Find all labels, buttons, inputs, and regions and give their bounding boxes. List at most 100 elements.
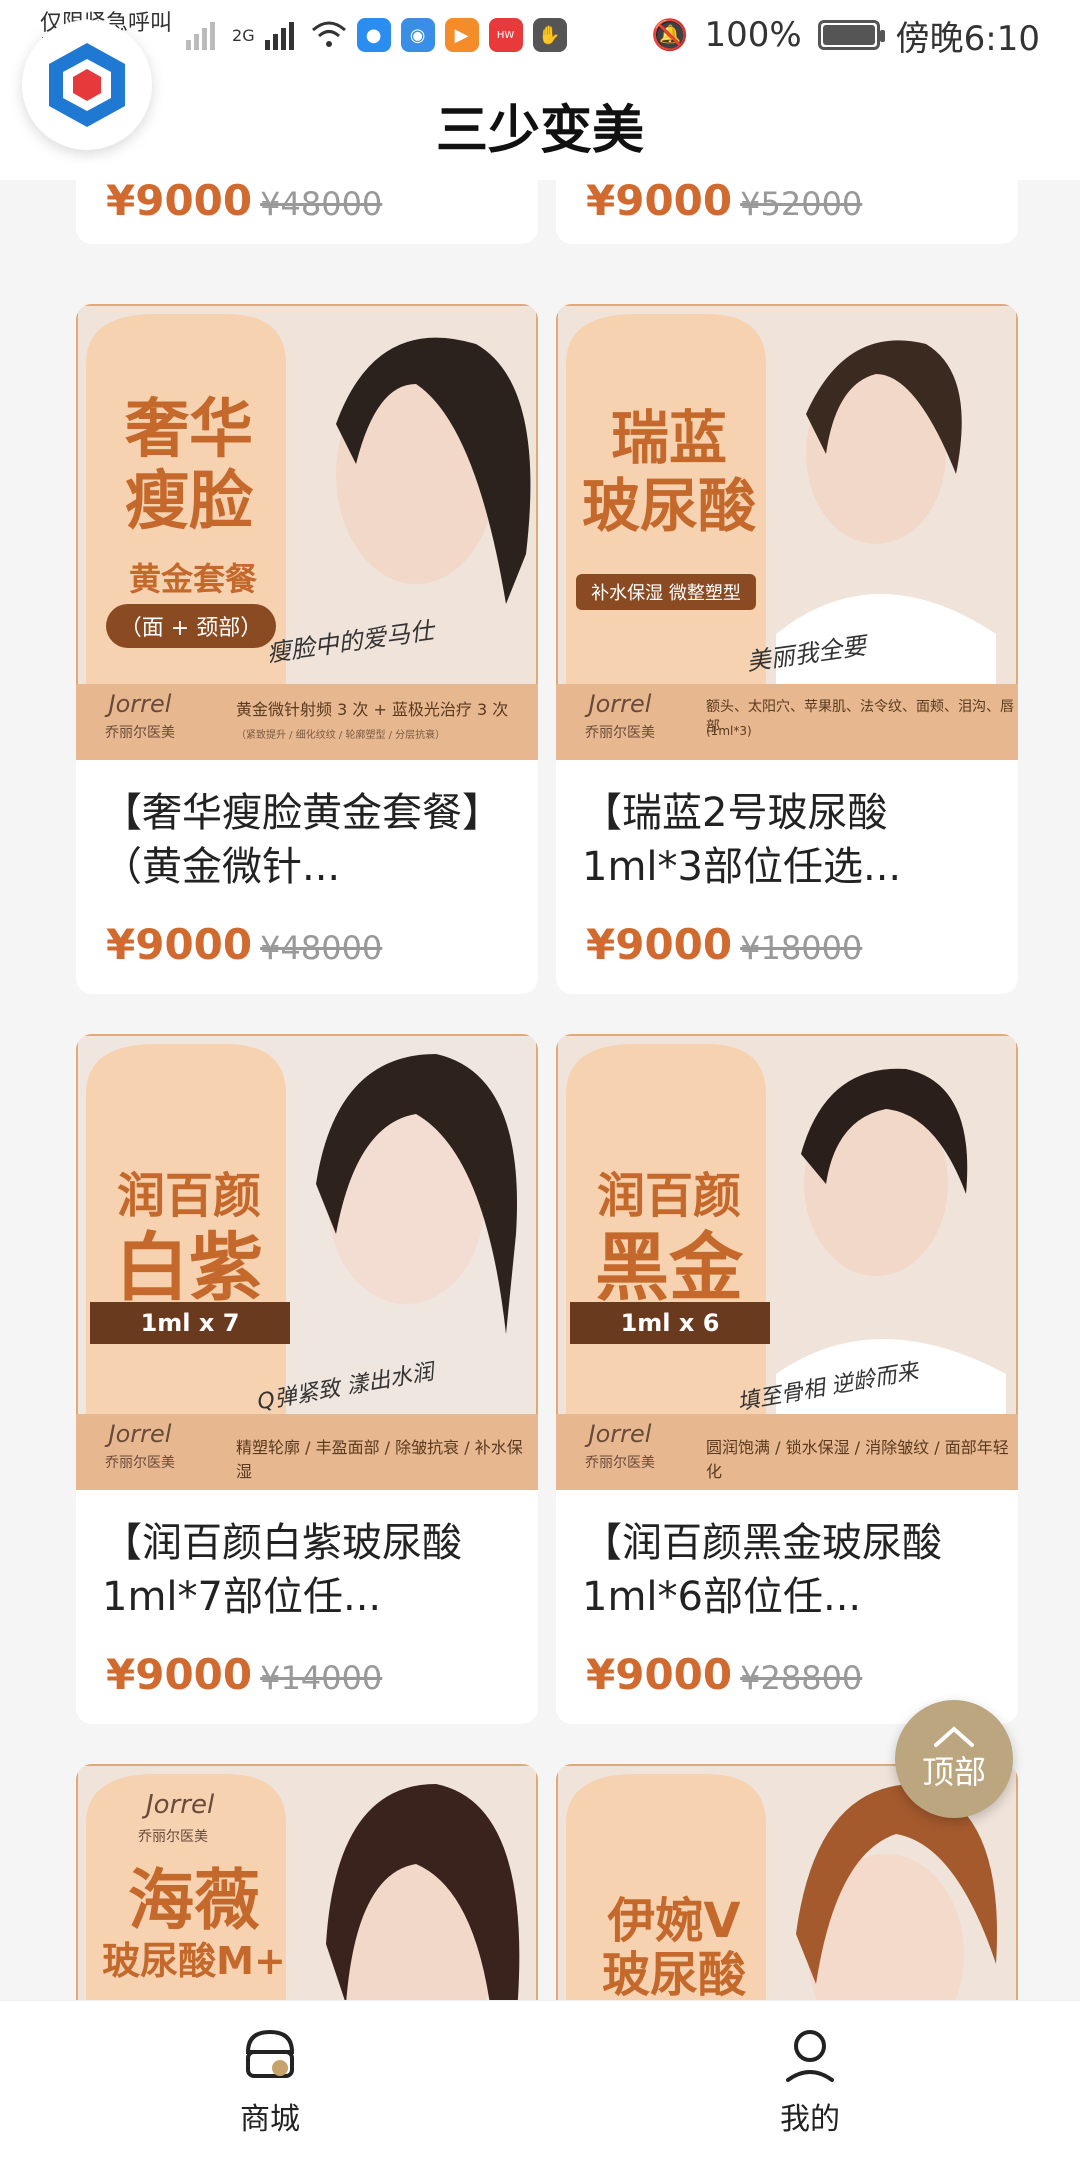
app-header: 三少变美 bbox=[0, 70, 1080, 180]
price-row: ¥9000 ¥28800 bbox=[556, 1624, 1018, 1699]
status-right: 🔕 100% 傍晚6:10 bbox=[651, 11, 1040, 60]
battery-icon bbox=[817, 20, 885, 50]
brand-script: Jorrel bbox=[146, 1790, 215, 1820]
banner-headline2: 黑金 bbox=[595, 1225, 743, 1311]
old-price: ¥14000 bbox=[260, 1659, 383, 1697]
banner-footer: 黄金微针射频 3 次 + 蓝极光治疗 3 次 bbox=[236, 700, 509, 719]
price-row: ¥9000 ¥18000 bbox=[556, 894, 1018, 969]
wifi-icon bbox=[311, 21, 346, 47]
brand-name: 乔丽尔医美 bbox=[585, 1455, 655, 1471]
product-card[interactable]: Jorrel 乔丽尔医美 海薇 玻尿酸M+ bbox=[76, 1764, 538, 2000]
nav-item-shop[interactable]: 商城 bbox=[120, 2024, 420, 2138]
back-to-top-label: 顶部 bbox=[921, 1753, 986, 1791]
product-card[interactable]: 润百颜 白紫 1ml x 7 Q弹紧致 漾出水润 Jorrel 乔丽尔医美 精塑… bbox=[76, 1034, 538, 1724]
status-icons: 2G ● ◉ ▶ HW ✋ bbox=[186, 18, 567, 52]
banner-headline: 奢华 瘦脸 bbox=[94, 394, 284, 538]
product-card[interactable]: 润百颜 黑金 1ml x 6 填至骨相 逆龄而来 Jorrel 乔丽尔医美 圆润… bbox=[556, 1034, 1018, 1724]
banner-headline1: 伊婉V bbox=[607, 1893, 741, 1949]
banner-footer: 圆润饱满 / 锁水保湿 / 消除皱纹 / 面部年轻化 bbox=[706, 1438, 1009, 1481]
app-logo[interactable] bbox=[22, 20, 152, 150]
user-icon bbox=[786, 2029, 834, 2082]
price: ¥9000 bbox=[586, 180, 733, 225]
banner-footer2: （紧致提升 / 细化纹纹 / 轮廓塑型 / 分层抗衰） bbox=[236, 730, 446, 741]
back-to-top-button[interactable]: 顶部 bbox=[895, 1700, 1013, 1818]
product-banner: 奢华 瘦脸 黄金套餐 （面 + 颈部） 瘦脸中的爱马仕 Jorrel 乔丽尔医美… bbox=[76, 304, 538, 760]
nav-label-mine: 我的 bbox=[780, 2101, 840, 2137]
product-title: 【润百颜黑金玻尿酸1ml*6部位任... bbox=[582, 1520, 942, 1620]
page-title: 三少变美 bbox=[435, 100, 644, 161]
network-type: 2G bbox=[232, 25, 255, 45]
banner-footer: 精塑轮廓 / 丰盈面部 / 除皱抗衰 / 补水保湿 bbox=[236, 1438, 523, 1481]
banner-headline2: 玻尿酸 bbox=[601, 1947, 746, 2000]
signal-strength-icon bbox=[264, 22, 294, 50]
phone-screen: 仅限紧急呼叫 中国移动 2G ● ◉ ▶ HW ✋ 🔕 100% 傍晚6:10 … bbox=[0, 0, 1080, 2160]
brand-script: Jorrel bbox=[108, 690, 172, 718]
banner-headline1: 润百颜 bbox=[596, 1168, 741, 1224]
shop-icon bbox=[245, 2029, 295, 2078]
app-logo-icon bbox=[49, 43, 125, 127]
old-price: ¥18000 bbox=[740, 929, 863, 967]
banner-headline2: 白紫 bbox=[115, 1225, 263, 1311]
huawei-notify-icon: HW bbox=[488, 18, 523, 52]
product-card[interactable]: 奢华 瘦脸 黄金套餐 （面 + 颈部） 瘦脸中的爱马仕 Jorrel 乔丽尔医美… bbox=[76, 304, 538, 994]
price: ¥9000 bbox=[106, 1650, 253, 1699]
brand-name: 乔丽尔医美 bbox=[105, 725, 175, 741]
product-title: 【瑞蓝2号玻尿酸1ml*3部位任选... bbox=[582, 790, 902, 890]
old-price: ¥48000 bbox=[260, 185, 383, 223]
banner-headline: 海薇 玻尿酸M+ bbox=[94, 1864, 294, 1984]
banner-pill: 1ml x 7 bbox=[90, 1302, 290, 1344]
brand-script: Jorrel bbox=[588, 1420, 652, 1448]
old-price: ¥28800 bbox=[740, 1659, 863, 1697]
bottom-nav: 商城 我的 bbox=[0, 2000, 1080, 2160]
price: ¥9000 bbox=[586, 920, 733, 969]
banner-pill: 1ml x 6 bbox=[570, 1302, 770, 1344]
banner-headline: 瑞蓝 玻尿酸 bbox=[574, 404, 764, 540]
brand-name: 乔丽尔医美 bbox=[585, 725, 655, 741]
old-price: ¥52000 bbox=[740, 185, 863, 223]
banner-headline1: 奢华 bbox=[125, 393, 253, 467]
product-card[interactable]: 瑞蓝 玻尿酸 补水保湿 微整塑型 美丽我全要 Jorrel 乔丽尔医美 额头、太… bbox=[556, 304, 1018, 994]
brand-script: Jorrel bbox=[588, 690, 652, 718]
mute-icon: 🔕 bbox=[651, 17, 689, 53]
brand-script: Jorrel bbox=[108, 1420, 172, 1448]
nav-item-mine[interactable]: 我的 bbox=[660, 2024, 960, 2138]
banner-headline1: 润百颜 bbox=[116, 1168, 261, 1224]
banner-pill: （面 + 颈部） bbox=[106, 604, 276, 648]
old-price: ¥48000 bbox=[260, 929, 383, 967]
price: ¥9000 bbox=[586, 1650, 733, 1699]
banner-headline2: 瘦脸 bbox=[125, 465, 253, 539]
banner-headline: 润百颜 黑金 bbox=[574, 1164, 764, 1308]
product-banner: 润百颜 黑金 1ml x 6 填至骨相 逆龄而来 Jorrel 乔丽尔医美 圆润… bbox=[556, 1034, 1018, 1490]
video-notify-icon: ▶ bbox=[444, 18, 479, 52]
price: ¥9000 bbox=[106, 920, 253, 969]
status-bar: 仅限紧急呼叫 中国移动 2G ● ◉ ▶ HW ✋ 🔕 100% 傍晚6:10 bbox=[0, 0, 1080, 70]
product-banner: 润百颜 白紫 1ml x 7 Q弹紧致 漾出水润 Jorrel 乔丽尔医美 精塑… bbox=[76, 1034, 538, 1490]
banner-headline2: 玻尿酸M+ bbox=[102, 1939, 286, 1983]
chat-notify-icon: ◉ bbox=[400, 18, 435, 52]
price: ¥9000 bbox=[106, 180, 253, 225]
product-card-partial[interactable]: ¥9000 ¥48000 bbox=[76, 180, 538, 244]
hand-notify-icon: ✋ bbox=[532, 18, 567, 52]
price-row: ¥9000 ¥14000 bbox=[76, 1624, 538, 1699]
product-card-partial[interactable]: ¥9000 ¥52000 bbox=[556, 180, 1018, 244]
price-row: ¥9000 ¥48000 bbox=[76, 894, 538, 969]
brand-name: 乔丽尔医美 bbox=[138, 1829, 208, 1845]
brand-name: 乔丽尔医美 bbox=[105, 1455, 175, 1471]
battery-percent: 100% bbox=[704, 15, 802, 55]
product-title: 【润百颜白紫玻尿酸1ml*7部位任... bbox=[102, 1520, 462, 1620]
banner-headline1: 瑞蓝 bbox=[610, 404, 727, 472]
banner-headline: 伊婉V 玻尿酸 bbox=[574, 1894, 774, 2000]
clock: 傍晚6:10 bbox=[895, 18, 1040, 59]
signal-icon bbox=[186, 22, 216, 50]
app-notify-icon: ● bbox=[356, 18, 391, 52]
product-banner: 瑞蓝 玻尿酸 补水保湿 微整塑型 美丽我全要 Jorrel 乔丽尔医美 额头、太… bbox=[556, 304, 1018, 760]
banner-headline2: 玻尿酸 bbox=[581, 472, 756, 540]
banner-headline: 润百颜 白紫 bbox=[94, 1164, 284, 1308]
nav-label-shop: 商城 bbox=[240, 2101, 300, 2137]
banner-headline1: 海薇 bbox=[128, 1862, 260, 1939]
chevron-up-icon bbox=[934, 1726, 974, 1747]
product-title: 【奢华瘦脸黄金套餐】（黄金微针... bbox=[102, 790, 502, 890]
banner-footer2: (1ml*3) bbox=[706, 724, 752, 738]
banner-pill: 补水保湿 微整塑型 bbox=[576, 574, 756, 610]
product-banner: Jorrel 乔丽尔医美 海薇 玻尿酸M+ bbox=[76, 1764, 538, 2000]
